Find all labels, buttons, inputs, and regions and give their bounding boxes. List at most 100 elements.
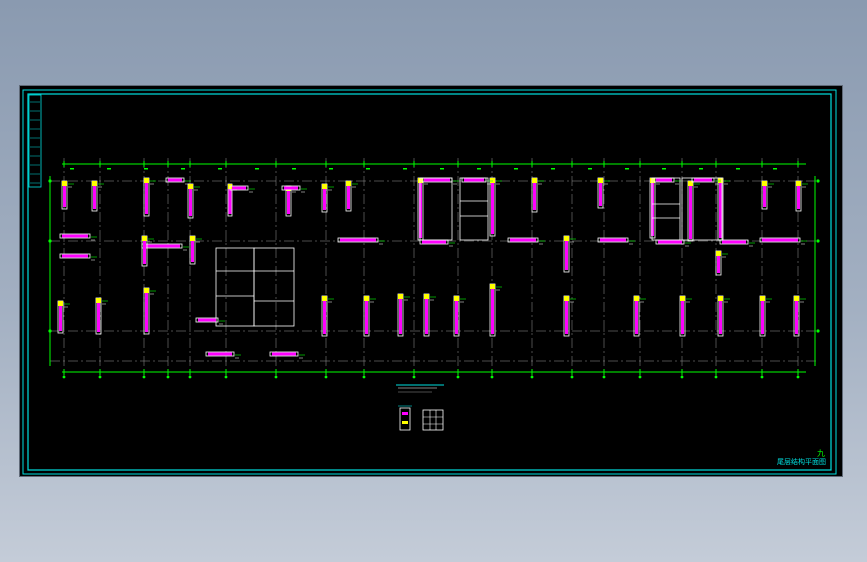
axis-bubble — [816, 239, 820, 243]
axis-bubble — [456, 375, 460, 379]
rebar-mark — [651, 180, 654, 236]
dimension-text — [514, 168, 518, 170]
rebar-mark — [795, 298, 798, 334]
rebar-mark — [340, 238, 376, 242]
rebar-mark — [464, 178, 484, 182]
rebar-mark — [347, 183, 350, 209]
axis-bubble — [142, 375, 146, 379]
structural-members — [57, 168, 808, 359]
rebar-mark — [565, 238, 568, 270]
dimension-text — [625, 168, 629, 170]
column-fill — [58, 301, 63, 306]
column-fill — [144, 288, 149, 293]
rebar-mark — [510, 238, 536, 242]
column-fill — [564, 296, 569, 301]
rebar-mark — [424, 178, 450, 182]
dimension-text — [181, 168, 185, 170]
core-wall — [253, 247, 295, 327]
dimension-text — [403, 168, 407, 170]
axis-bubble — [274, 375, 278, 379]
axis-bubble — [570, 375, 574, 379]
rebar-mark — [491, 286, 494, 334]
axis-bubble — [324, 375, 328, 379]
dimension-text — [551, 168, 555, 170]
axis-bubble — [530, 375, 534, 379]
dimension-text — [70, 168, 74, 170]
axis-bubble — [62, 375, 66, 379]
axis-bubble — [412, 375, 416, 379]
dimension-text — [255, 168, 259, 170]
axis-bubble — [224, 375, 228, 379]
axis-bubble — [490, 375, 494, 379]
rebar-mark — [719, 180, 722, 238]
column-fill — [634, 296, 639, 301]
axis-bubble — [602, 375, 606, 379]
cad-drawing-sheet[interactable]: 尾层结构平面图 九 — [20, 86, 842, 476]
column-fill — [716, 251, 721, 256]
rebar-mark — [719, 298, 722, 334]
dimension-text — [366, 168, 370, 170]
rebar-mark — [689, 183, 692, 239]
column-fill — [424, 294, 429, 299]
core-wall — [419, 177, 453, 241]
rebar-mark — [93, 183, 96, 209]
column-fill — [762, 181, 767, 186]
rebar-mark — [635, 298, 638, 334]
rebar-mark — [658, 240, 682, 244]
column-fill — [490, 284, 495, 289]
column-fill — [794, 296, 799, 301]
rebar-mark — [762, 238, 798, 242]
axis-bubble — [188, 375, 192, 379]
dimension-text — [292, 168, 296, 170]
column-fill — [322, 296, 327, 301]
axis-bubble — [638, 375, 642, 379]
title-block-label: 尾层结构平面图 — [777, 457, 826, 466]
dimension-text — [144, 168, 148, 170]
column-fill — [188, 184, 193, 189]
axis-bubble — [816, 329, 820, 333]
rebar-mark — [455, 298, 458, 334]
rebar-mark — [284, 186, 298, 190]
column-fill — [532, 178, 537, 183]
column-fill — [364, 296, 369, 301]
column-fill — [190, 236, 195, 241]
column-fill — [92, 181, 97, 186]
axis-bubble — [166, 375, 170, 379]
column-fill — [96, 298, 101, 303]
section-legend — [398, 405, 444, 431]
rebar-mark — [399, 296, 402, 334]
column-fill — [598, 178, 603, 183]
column-fill — [346, 181, 351, 186]
rebar-mark — [491, 180, 494, 234]
rebar-mark — [59, 303, 62, 331]
rebar-mark — [168, 178, 182, 182]
rebar-mark — [797, 183, 800, 209]
rebar-mark — [143, 238, 146, 264]
column-fill — [144, 178, 149, 183]
binding-strip — [28, 94, 42, 188]
plan-caption — [396, 384, 444, 393]
dimension-text — [477, 168, 481, 170]
column-fill — [142, 236, 147, 241]
rebar-mark — [323, 186, 326, 210]
rebar-mark — [208, 352, 232, 356]
rebar-mark — [656, 178, 672, 182]
inner-frame — [27, 93, 832, 471]
dimension-text — [662, 168, 666, 170]
rebar-mark — [422, 240, 446, 244]
dimension-text — [773, 168, 777, 170]
rebar-mark — [425, 296, 428, 334]
column-fill — [62, 181, 67, 186]
rebar-mark — [722, 240, 746, 244]
dimension-text — [588, 168, 592, 170]
rebar-mark — [145, 290, 148, 332]
dimension-text — [218, 168, 222, 170]
column-fill — [760, 296, 765, 301]
column-fill — [398, 294, 403, 299]
rebar-mark — [565, 298, 568, 334]
rebar-mark — [681, 298, 684, 334]
rebar-mark — [761, 298, 764, 334]
axis-bubble — [98, 375, 102, 379]
rebar-mark — [763, 183, 766, 207]
rebar-mark — [694, 178, 712, 182]
